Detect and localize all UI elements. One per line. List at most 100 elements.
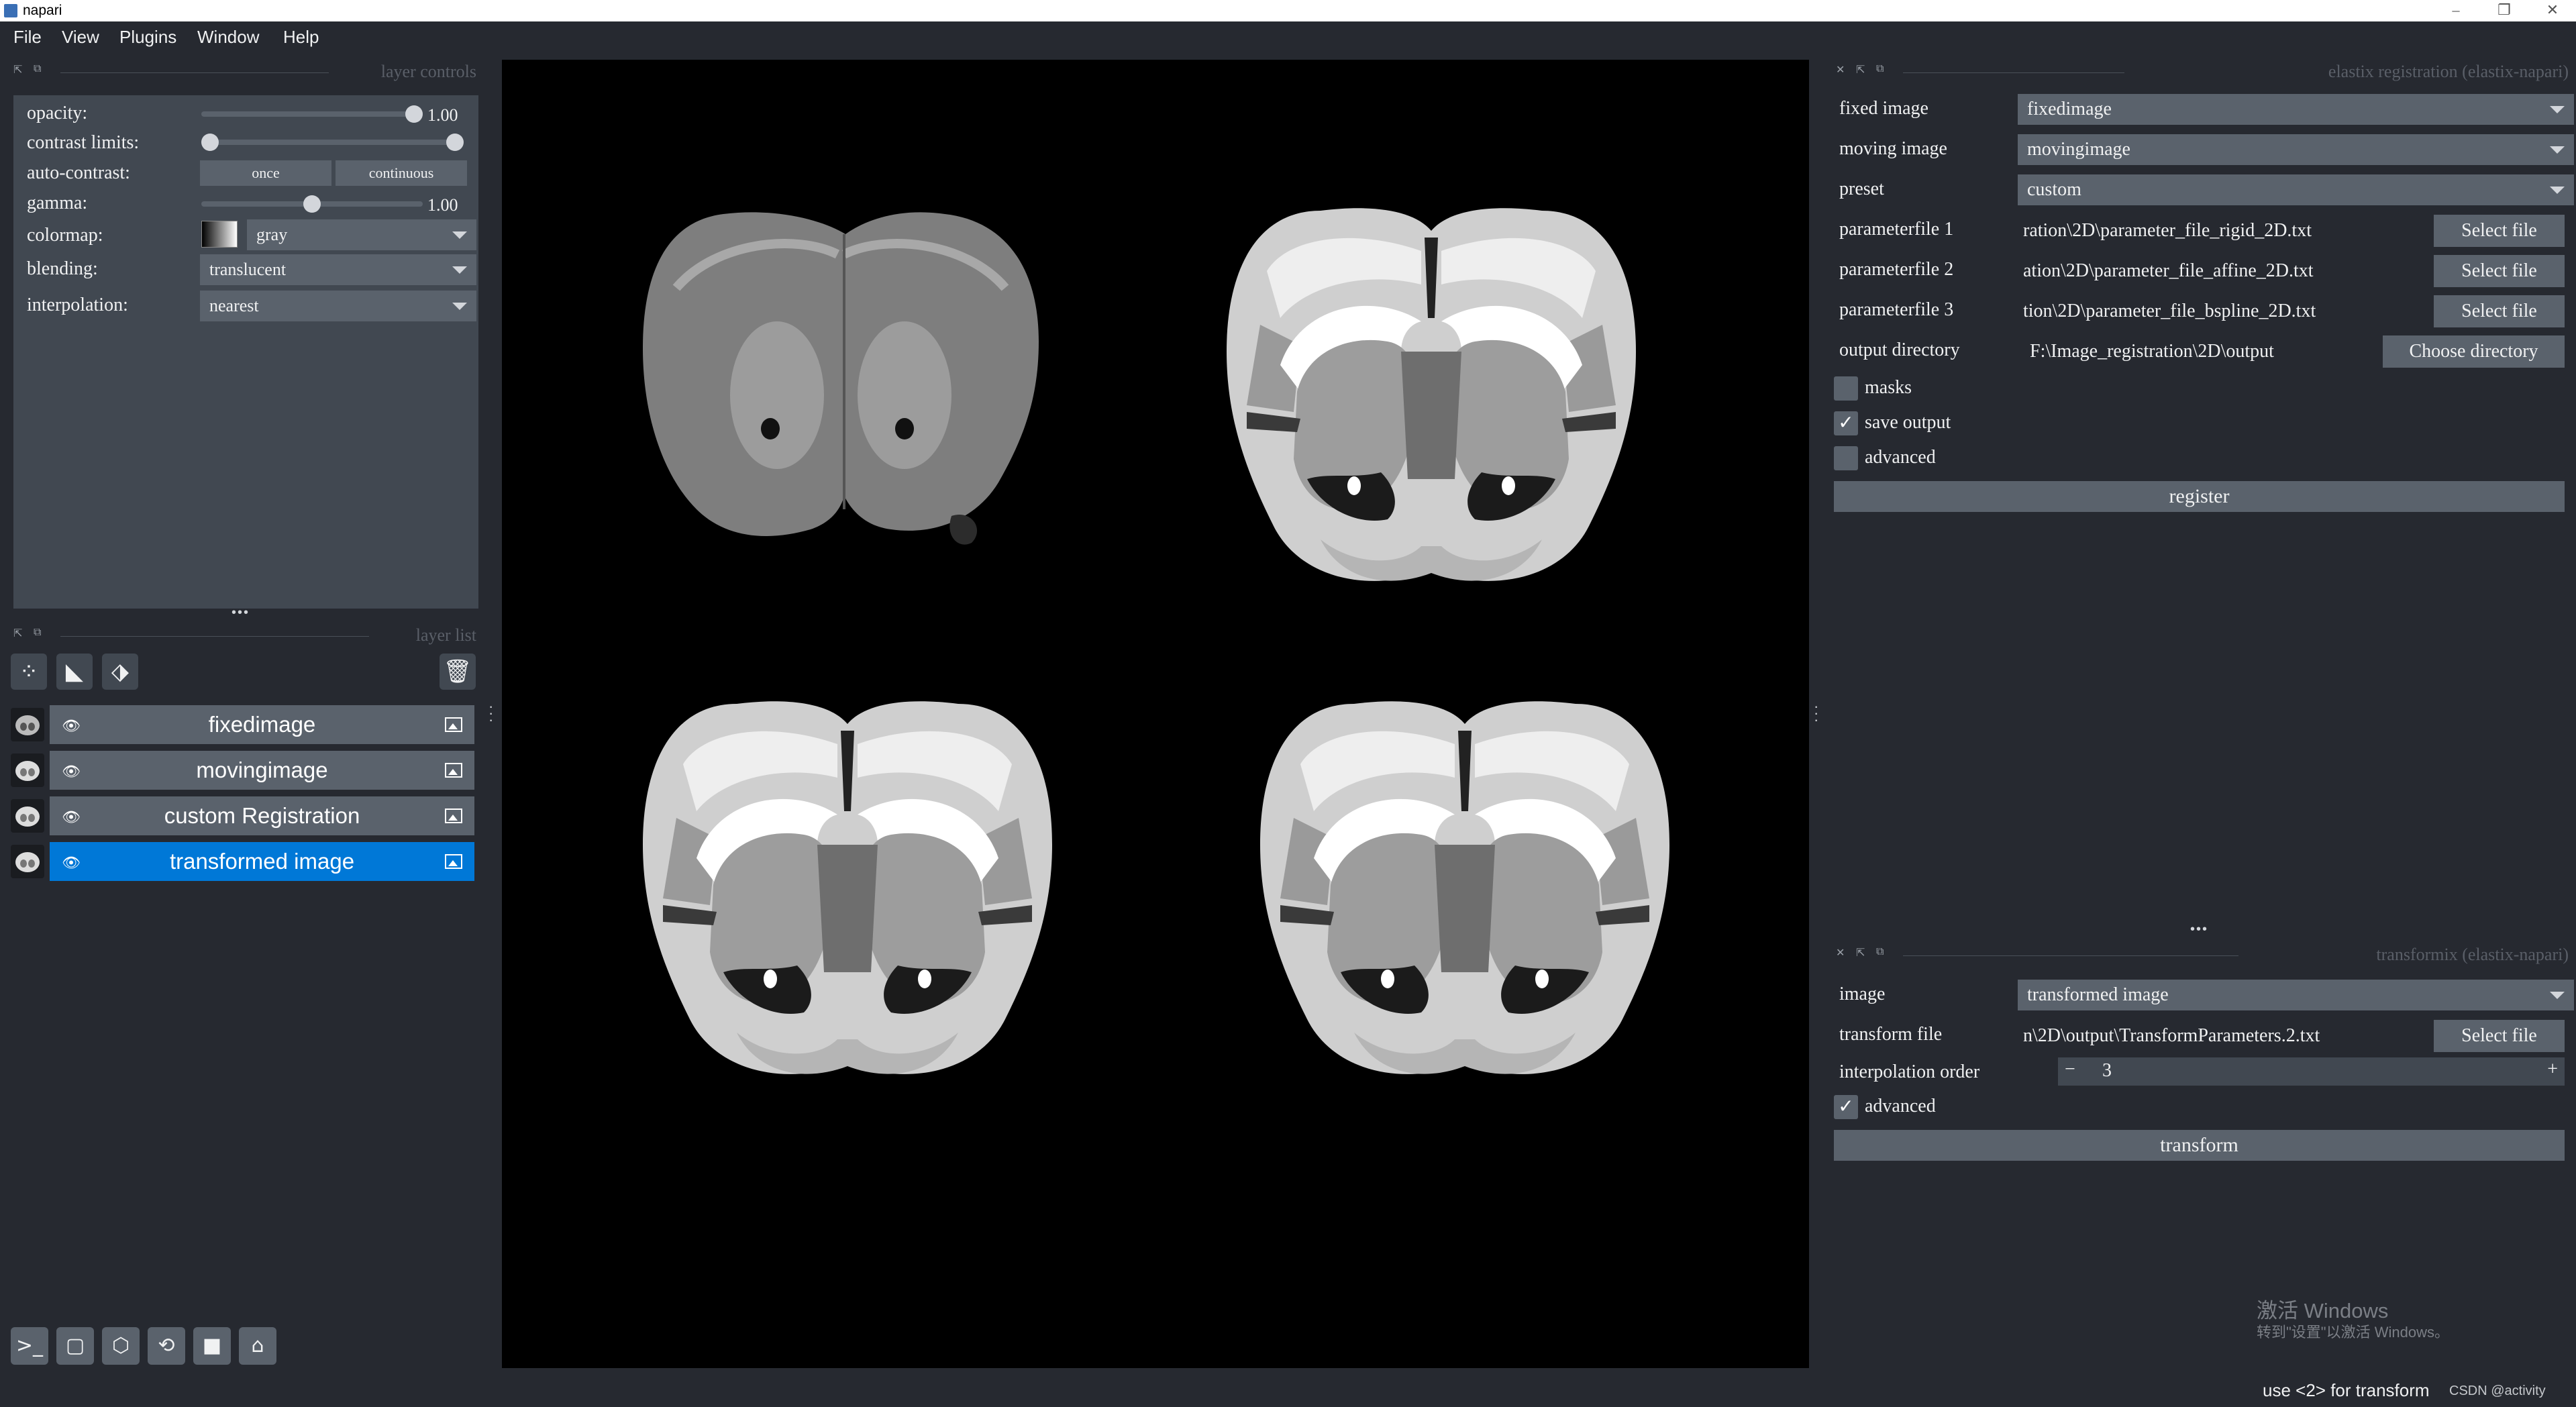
- menu-view[interactable]: View: [62, 27, 99, 48]
- close-window-button[interactable]: ✕: [2529, 0, 2576, 21]
- layer-list-header: ⇱ ⧉ layer list: [13, 625, 476, 647]
- transformix-image-label: image: [1839, 984, 1886, 1004]
- layer-row-transformed-image[interactable]: 👁 transformed image: [11, 842, 474, 881]
- preset-dropdown[interactable]: custom: [2018, 174, 2574, 205]
- contrast-limits-slider[interactable]: [201, 140, 463, 145]
- save-output-checkbox[interactable]: ✓: [1834, 411, 1858, 435]
- delete-layer-button[interactable]: 🗑: [440, 654, 476, 690]
- pin-icon[interactable]: ⧉: [1876, 63, 1884, 75]
- transform-file-select-button[interactable]: Select file: [2434, 1020, 2565, 1052]
- layer-name[interactable]: custom Registration: [50, 796, 474, 835]
- close-icon[interactable]: ✕: [1836, 946, 1845, 959]
- interpolation-order-spinbox[interactable]: − 3 +: [2058, 1057, 2565, 1086]
- fixed-image-dropdown[interactable]: fixedimage: [2018, 94, 2574, 125]
- contrast-low-handle[interactable]: [201, 134, 219, 151]
- layer-row-fixedimage[interactable]: 👁 fixedimage: [11, 705, 474, 744]
- float-icon[interactable]: ⇱: [1856, 946, 1865, 959]
- float-icon[interactable]: ⇱: [13, 63, 22, 76]
- auto-contrast-continuous-button[interactable]: continuous: [336, 160, 467, 186]
- ndisplay-toggle-button[interactable]: ▢: [56, 1327, 94, 1365]
- layer-item[interactable]: 👁 transformed image: [50, 842, 474, 881]
- panel-splitter-handle[interactable]: •••: [231, 605, 250, 621]
- menu-file[interactable]: File: [13, 27, 42, 48]
- output-directory-input[interactable]: F:\Image_registration\2D\output: [2024, 335, 2388, 368]
- layer-item[interactable]: 👁 custom Registration: [50, 796, 474, 835]
- moving-image-label: moving image: [1839, 138, 1947, 159]
- grid-mode-button[interactable]: ■: [193, 1327, 231, 1365]
- terminal-icon: >_: [15, 1334, 44, 1357]
- moving-image-dropdown[interactable]: movingimage: [2018, 134, 2574, 165]
- reset-view-button[interactable]: ⌂: [239, 1327, 276, 1365]
- layer-name[interactable]: transformed image: [50, 842, 474, 881]
- elastix-title: elastix registration (elastix-napari): [2328, 62, 2569, 81]
- rotate-icon: ⟲: [158, 1334, 175, 1357]
- layer-name[interactable]: fixedimage: [50, 705, 474, 744]
- menu-plugins[interactable]: Plugins: [119, 27, 176, 48]
- interpolation-order-value[interactable]: 3: [2102, 1060, 2112, 1082]
- transpose-button[interactable]: ⟲: [148, 1327, 185, 1365]
- parameterfile-3-label: parameterfile 3: [1839, 299, 1954, 320]
- new-points-layer-button[interactable]: ⁘: [11, 654, 47, 690]
- minimize-button[interactable]: –: [2432, 0, 2479, 21]
- menu-bar: File View Plugins Window Help: [0, 21, 2576, 55]
- decrement-button[interactable]: −: [2065, 1059, 2075, 1080]
- chevron-down-icon: [2550, 106, 2565, 113]
- console-button[interactable]: >_: [11, 1327, 48, 1365]
- parameterfile-2-input[interactable]: ation\2D\parameter_file_affine_2D.txt: [2018, 255, 2439, 287]
- close-icon[interactable]: ✕: [1836, 63, 1845, 76]
- colormap-dropdown[interactable]: gray: [247, 219, 476, 250]
- layer-item[interactable]: 👁 movingimage: [50, 751, 474, 790]
- custom-registration-section: [643, 701, 1052, 1074]
- transformix-image-dropdown[interactable]: transformed image: [2018, 980, 2574, 1010]
- choose-directory-button[interactable]: Choose directory: [2383, 335, 2565, 368]
- pin-icon[interactable]: ⧉: [1876, 946, 1884, 958]
- layer-row-custom-registration[interactable]: 👁 custom Registration: [11, 796, 474, 835]
- opacity-slider-handle[interactable]: [405, 105, 423, 123]
- float-icon[interactable]: ⇱: [13, 627, 22, 640]
- blending-dropdown[interactable]: translucent: [200, 254, 476, 285]
- contrast-high-handle[interactable]: [446, 134, 464, 151]
- new-shapes-layer-button[interactable]: ◣: [56, 654, 93, 690]
- increment-button[interactable]: +: [2547, 1059, 2558, 1080]
- napari-app-icon: [4, 4, 17, 17]
- menu-help[interactable]: Help: [283, 27, 319, 48]
- right-dock-splitter[interactable]: · · ·: [1814, 699, 1820, 727]
- advanced-checkbox[interactable]: [1834, 446, 1858, 470]
- viewer-canvas[interactable]: [502, 60, 1809, 1368]
- roll-dims-button[interactable]: ⬡: [102, 1327, 140, 1365]
- fixed-image-value: fixedimage: [2027, 99, 2112, 119]
- transform-button[interactable]: transform: [1834, 1130, 2565, 1161]
- parameterfile-1-input[interactable]: ration\2D\parameter_file_rigid_2D.txt: [2018, 215, 2439, 247]
- transformix-advanced-checkbox[interactable]: ✓: [1834, 1095, 1858, 1119]
- pin-icon[interactable]: ⧉: [34, 627, 41, 639]
- header-divider: [60, 72, 329, 73]
- points-icon: ⁘: [19, 658, 39, 685]
- new-labels-layer-button[interactable]: ⬗: [102, 654, 138, 690]
- layer-name[interactable]: movingimage: [50, 751, 474, 790]
- left-dock-splitter[interactable]: · · ·: [488, 699, 495, 727]
- menu-window[interactable]: Window: [197, 27, 259, 48]
- opacity-slider[interactable]: [201, 111, 423, 117]
- layer-item[interactable]: 👁 fixedimage: [50, 705, 474, 744]
- register-button[interactable]: register: [1834, 481, 2565, 512]
- interpolation-dropdown[interactable]: nearest: [200, 291, 476, 321]
- masks-checkbox[interactable]: [1834, 376, 1858, 401]
- auto-contrast-once-button[interactable]: once: [200, 160, 331, 186]
- restore-button[interactable]: ❐: [2481, 0, 2528, 21]
- pin-icon[interactable]: ⧉: [34, 63, 41, 75]
- transform-file-input[interactable]: n\2D\output\TransformParameters.2.txt: [2018, 1020, 2439, 1052]
- window-title: napari: [23, 3, 62, 18]
- parameterfile-2-select-button[interactable]: Select file: [2434, 255, 2565, 287]
- panel-splitter-handle[interactable]: •••: [2190, 922, 2208, 937]
- square-icon: ▢: [65, 1334, 85, 1357]
- layer-row-movingimage[interactable]: 👁 movingimage: [11, 751, 474, 790]
- parameterfile-3-select-button[interactable]: Select file: [2434, 295, 2565, 327]
- activation-watermark-title: 激活 Windows: [2257, 1299, 2389, 1322]
- gamma-slider-handle[interactable]: [303, 195, 321, 213]
- parameterfile-1-select-button[interactable]: Select file: [2434, 215, 2565, 247]
- chevron-down-icon: [2550, 187, 2565, 194]
- float-icon[interactable]: ⇱: [1856, 63, 1865, 76]
- contrast-limits-label: contrast limits:: [27, 132, 140, 153]
- parameterfile-3-input[interactable]: tion\2D\parameter_file_bspline_2D.txt: [2018, 295, 2439, 327]
- layer-controls-title: layer controls: [380, 62, 476, 81]
